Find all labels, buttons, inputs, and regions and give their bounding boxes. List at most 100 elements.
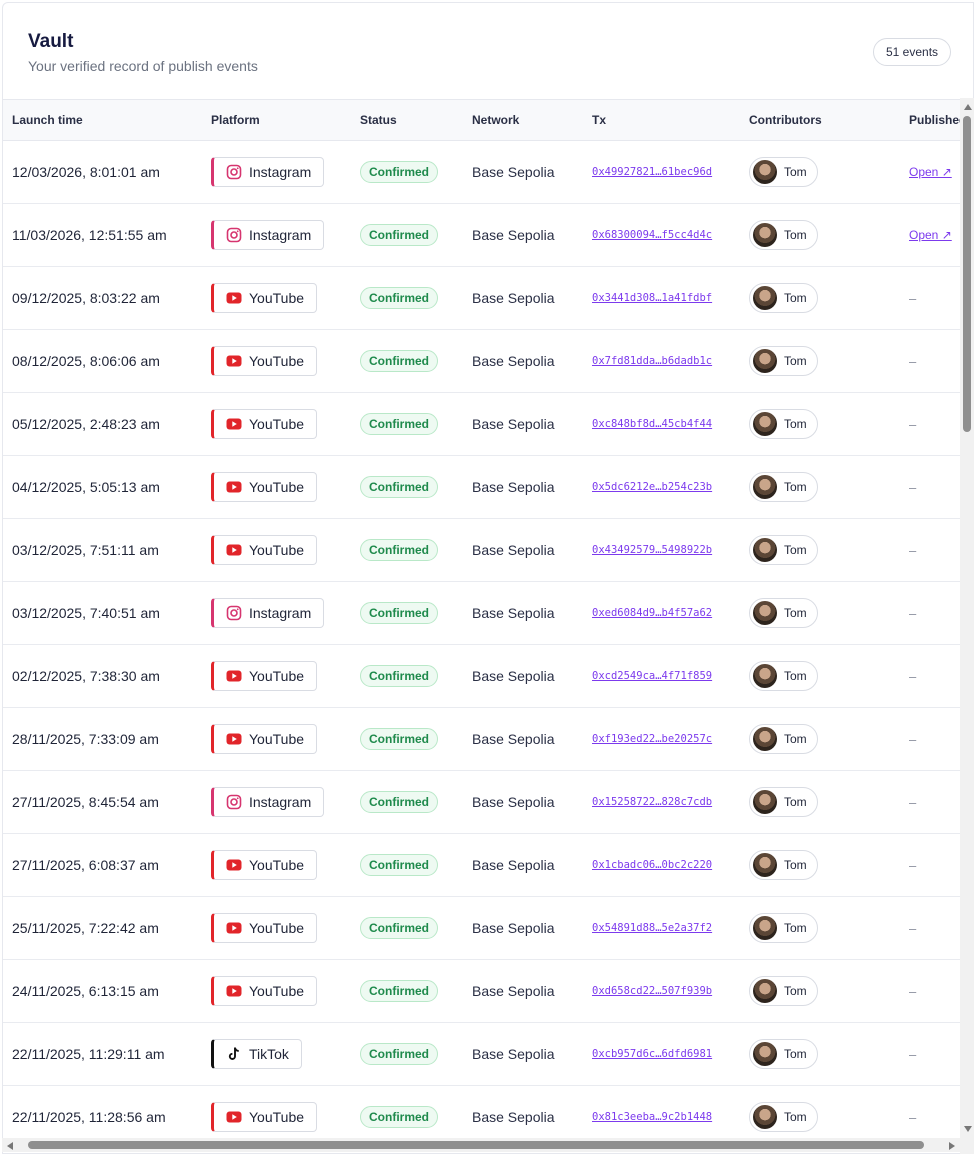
youtube-icon bbox=[226, 668, 242, 684]
open-published-link[interactable]: Open ↗ bbox=[909, 165, 952, 179]
contributor-chip[interactable]: Tom bbox=[749, 661, 818, 691]
table-row[interactable]: 27/11/2025, 6:08:37 am YouTube Confirmed Ba… bbox=[3, 834, 963, 897]
vertical-scrollbar[interactable] bbox=[960, 98, 974, 1138]
tx-hash-link[interactable]: 0x43492579…5498922b bbox=[592, 544, 712, 556]
tx-hash-link[interactable]: 0x1cbadc06…0bc2c220 bbox=[592, 859, 712, 871]
status-cell: Confirmed bbox=[360, 456, 438, 518]
scroll-left-arrow-icon[interactable] bbox=[7, 1142, 13, 1150]
platform-label: YouTube bbox=[249, 983, 305, 999]
launch-time-cell: 05/12/2025, 2:48:23 am bbox=[12, 416, 160, 432]
table-row[interactable]: 02/12/2025, 7:38:30 am YouTube Confirmed Ba… bbox=[3, 645, 963, 708]
tx-hash-link[interactable]: 0xcd2549ca…4f71f859 bbox=[592, 670, 712, 682]
network-cell: Base Sepolia bbox=[472, 920, 555, 936]
table-row[interactable]: 25/11/2025, 7:22:42 am YouTube Confirmed Ba… bbox=[3, 897, 963, 960]
tx-hash-link[interactable]: 0xed6084d9…b4f57a62 bbox=[592, 607, 712, 619]
tx-hash-link[interactable]: 0xd658cd22…507f939b bbox=[592, 985, 712, 997]
instagram-icon bbox=[226, 227, 242, 243]
published-empty: – bbox=[909, 416, 917, 432]
table-row[interactable]: 27/11/2025, 8:45:54 am Instagram Confirmed… bbox=[3, 771, 963, 834]
tx-hash-link[interactable]: 0x5dc6212e…b254c23b bbox=[592, 481, 712, 493]
contributors-cell: Tom bbox=[749, 456, 818, 518]
contributor-chip[interactable]: Tom bbox=[749, 913, 818, 943]
launch-time-cell: 27/11/2025, 6:08:37 am bbox=[12, 857, 159, 873]
table-row[interactable]: 09/12/2025, 8:03:22 am YouTube Confirmed Ba… bbox=[3, 267, 963, 330]
contributor-chip[interactable]: Tom bbox=[749, 787, 818, 817]
tx-hash-link[interactable]: 0x15258722…828c7cdb bbox=[592, 796, 712, 808]
table-row[interactable]: 11/03/2026, 12:51:55 am Instagram Confirme… bbox=[3, 204, 963, 267]
tx-hash-link[interactable]: 0xc848bf8d…45cb4f44 bbox=[592, 418, 712, 430]
column-header-platform[interactable]: Platform bbox=[211, 100, 260, 140]
table-row[interactable]: 22/11/2025, 11:29:11 am TikTok Confirmed Ba… bbox=[3, 1023, 963, 1086]
page-title: Vault bbox=[28, 31, 74, 52]
published-cell: – bbox=[909, 582, 916, 644]
horizontal-scroll-thumb[interactable] bbox=[28, 1141, 924, 1149]
open-published-link[interactable]: Open ↗ bbox=[909, 228, 952, 242]
status-cell: Confirmed bbox=[360, 645, 438, 707]
contributor-chip[interactable]: Tom bbox=[749, 598, 818, 628]
table-row[interactable]: 08/12/2025, 8:06:06 am YouTube Confirmed Ba… bbox=[3, 330, 963, 393]
platform-cell: YouTube bbox=[211, 708, 318, 770]
table-row[interactable]: 28/11/2025, 7:33:09 am YouTube Confirmed Ba… bbox=[3, 708, 963, 771]
contributors-cell: Tom bbox=[749, 330, 818, 392]
platform-label: Instagram bbox=[249, 794, 312, 810]
avatar bbox=[753, 475, 777, 499]
tx-hash-link[interactable]: 0x3441d308…1a41fdbf bbox=[592, 292, 712, 304]
contributor-chip[interactable]: Tom bbox=[749, 409, 818, 439]
scroll-down-arrow-icon[interactable] bbox=[964, 1126, 972, 1132]
table-row[interactable]: 12/03/2026, 8:01:01 am Instagram Confirmed… bbox=[3, 141, 963, 204]
column-header-status[interactable]: Status bbox=[360, 100, 397, 140]
tx-hash-link[interactable]: 0x49927821…61bec96d bbox=[592, 166, 712, 178]
tx-cell: 0x1cbadc06…0bc2c220 bbox=[592, 834, 712, 896]
tx-hash-link[interactable]: 0xf193ed22…be20257c bbox=[592, 733, 712, 745]
table-row[interactable]: 03/12/2025, 7:40:51 am Instagram Confirmed… bbox=[3, 582, 963, 645]
network-cell: Base Sepolia bbox=[472, 1046, 555, 1062]
table-row[interactable]: 04/12/2025, 5:05:13 am YouTube Confirmed Ba… bbox=[3, 456, 963, 519]
contributor-chip[interactable]: Tom bbox=[749, 1039, 818, 1069]
contributor-chip[interactable]: Tom bbox=[749, 535, 818, 565]
page-subtitle: Your verified record of publish events bbox=[28, 58, 258, 74]
youtube-icon bbox=[226, 1109, 242, 1125]
table-row[interactable]: 24/11/2025, 6:13:15 am YouTube Confirmed Ba… bbox=[3, 960, 963, 1023]
column-header-network[interactable]: Network bbox=[472, 100, 519, 140]
column-header-tx[interactable]: Tx bbox=[592, 100, 606, 140]
contributor-name: Tom bbox=[784, 732, 807, 746]
published-cell: – bbox=[909, 456, 916, 518]
column-header-published[interactable]: Published bbox=[909, 100, 963, 140]
contributor-chip[interactable]: Tom bbox=[749, 157, 818, 187]
tx-hash-link[interactable]: 0x81c3eeba…9c2b1448 bbox=[592, 1111, 712, 1123]
contributor-chip[interactable]: Tom bbox=[749, 283, 818, 313]
column-header-contributors[interactable]: Contributors bbox=[749, 100, 822, 140]
tx-hash-link[interactable]: 0x68300094…f5cc4d4c bbox=[592, 229, 712, 241]
contributor-chip[interactable]: Tom bbox=[749, 1102, 818, 1132]
tx-hash-link[interactable]: 0xcb957d6c…6dfd6981 bbox=[592, 1048, 712, 1060]
table-row[interactable]: 05/12/2025, 2:48:23 am YouTube Confirmed Ba… bbox=[3, 393, 963, 456]
avatar bbox=[753, 286, 777, 310]
youtube-icon bbox=[226, 731, 242, 747]
contributor-name: Tom bbox=[784, 228, 807, 242]
contributor-chip[interactable]: Tom bbox=[749, 976, 818, 1006]
tx-hash-link[interactable]: 0x7fd81dda…b6dadb1c bbox=[592, 355, 712, 367]
scroll-up-arrow-icon[interactable] bbox=[964, 104, 972, 110]
status-badge: Confirmed bbox=[360, 665, 438, 687]
status-badge: Confirmed bbox=[360, 791, 438, 813]
contributor-chip[interactable]: Tom bbox=[749, 850, 818, 880]
status-cell: Confirmed bbox=[360, 519, 438, 581]
table-row[interactable]: 22/11/2025, 11:28:56 am YouTube Confirmed B… bbox=[3, 1086, 963, 1139]
contributor-chip[interactable]: Tom bbox=[749, 346, 818, 376]
table-row[interactable]: 03/12/2025, 7:51:11 am YouTube Confirmed Ba… bbox=[3, 519, 963, 582]
tx-cell: 0xd658cd22…507f939b bbox=[592, 960, 712, 1022]
status-cell: Confirmed bbox=[360, 141, 438, 203]
vertical-scroll-thumb[interactable] bbox=[963, 116, 971, 432]
platform-cell: YouTube bbox=[211, 897, 318, 959]
contributors-cell: Tom bbox=[749, 582, 818, 644]
horizontal-scrollbar[interactable] bbox=[2, 1138, 960, 1152]
launch-time-cell: 22/11/2025, 11:28:56 am bbox=[12, 1109, 166, 1125]
contributor-chip[interactable]: Tom bbox=[749, 220, 818, 250]
scroll-right-arrow-icon[interactable] bbox=[949, 1142, 955, 1150]
contributor-chip[interactable]: Tom bbox=[749, 472, 818, 502]
contributor-chip[interactable]: Tom bbox=[749, 724, 818, 754]
column-header-launch-time[interactable]: Launch time bbox=[12, 100, 83, 140]
published-empty: – bbox=[909, 983, 917, 999]
tx-cell: 0x68300094…f5cc4d4c bbox=[592, 204, 712, 266]
tx-hash-link[interactable]: 0x54891d88…5e2a37f2 bbox=[592, 922, 712, 934]
